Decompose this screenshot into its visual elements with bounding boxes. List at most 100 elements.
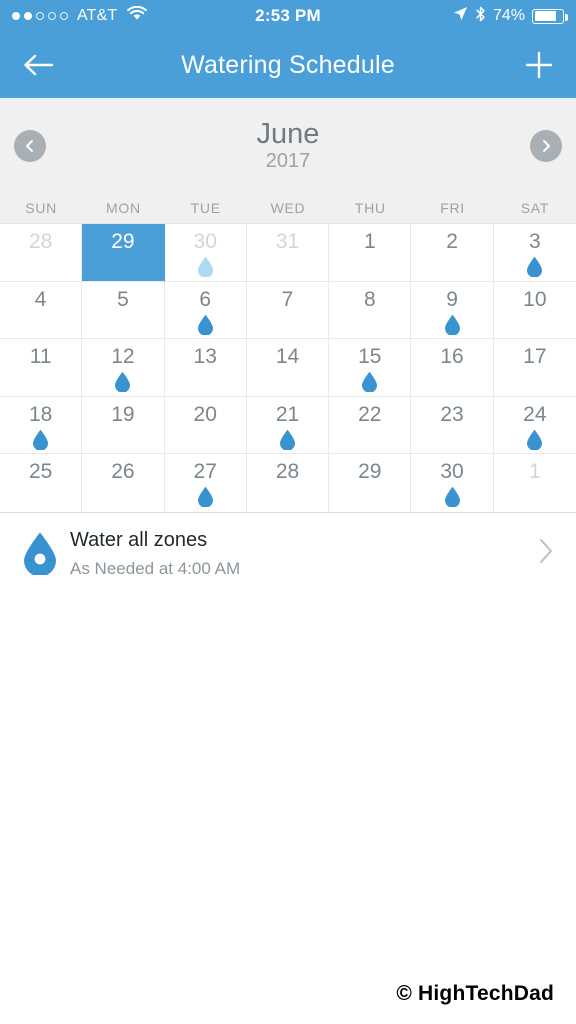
calendar-day-number: 7 — [281, 287, 294, 311]
calendar-day-number: 19 — [111, 402, 135, 426]
calendar-day-cell[interactable]: 14 — [246, 339, 330, 397]
calendar-day-number: 29 — [358, 460, 382, 483]
add-schedule-button[interactable] — [524, 50, 554, 80]
calendar-day-cell[interactable]: 8 — [329, 281, 412, 339]
calendar-day-cell[interactable]: 20 — [164, 396, 247, 454]
calendar-day-cell[interactable]: 16 — [411, 339, 494, 397]
month-header: June 2017 — [0, 98, 576, 193]
wifi-icon — [126, 5, 147, 26]
water-droplet-icon — [197, 256, 213, 277]
calendar-day-cell[interactable]: 30 — [411, 454, 494, 512]
calendar-day-cell[interactable]: 28 — [247, 454, 330, 512]
chevron-right-icon[interactable] — [538, 538, 558, 569]
water-droplet-icon — [527, 429, 543, 450]
calendar-day-number: 11 — [29, 345, 52, 368]
weekday-label-tue: TUE — [190, 200, 221, 216]
calendar-day-cell[interactable]: 18 — [0, 396, 83, 454]
bluetooth-icon — [475, 6, 486, 27]
location-arrow-icon — [453, 6, 468, 26]
status-bar-right: 74% — [453, 6, 568, 27]
calendar-week-row: 25 26 27 28 29 30 1 — [0, 454, 576, 512]
back-button[interactable] — [22, 52, 54, 78]
page-title: Watering Schedule — [181, 50, 395, 79]
battery-percent-label: 74% — [492, 7, 525, 24]
calendar-day-cell[interactable]: 29 — [329, 454, 412, 512]
calendar-day-number: 16 — [440, 345, 464, 368]
calendar-day-cell[interactable]: 17 — [493, 339, 576, 397]
schedule-item-subtitle: As Needed at 4:00 AM — [70, 558, 241, 578]
calendar-day-cell[interactable]: 6 — [164, 281, 247, 339]
calendar-day-number: 10 — [523, 287, 547, 311]
calendar-day-number: 14 — [275, 345, 300, 368]
water-droplet-icon — [33, 429, 49, 450]
schedule-list-item[interactable]: Water all zones As Needed at 4:00 AM — [0, 512, 576, 597]
calendar-day-cell[interactable]: 19 — [82, 396, 165, 454]
calendar-day-number: 25 — [28, 460, 53, 483]
calendar-day-cell[interactable]: 24 — [493, 397, 576, 454]
calendar-day-cell-selected[interactable]: 29 — [82, 224, 165, 282]
calendar-day-cell[interactable]: 4 — [0, 281, 83, 339]
status-bar-left: AT&T — [12, 5, 147, 26]
calendar-day-cell[interactable]: 25 — [0, 454, 83, 512]
calendar-day-cell[interactable]: 26 — [82, 454, 165, 512]
next-month-button[interactable] — [530, 129, 562, 162]
calendar-day-number: 21 — [275, 402, 300, 426]
calendar-day-cell[interactable]: 13 — [164, 339, 247, 397]
calendar-day-number: 4 — [34, 287, 47, 311]
calendar-day-cell[interactable]: 1 — [329, 224, 412, 282]
plus-icon — [525, 51, 553, 79]
signal-dot-filled — [12, 12, 20, 20]
copyright-symbol: © — [396, 982, 413, 1005]
calendar-day-cell[interactable]: 22 — [329, 396, 412, 454]
calendar-day-cell[interactable]: 12 — [82, 339, 165, 397]
calendar-day-number: 1 — [529, 460, 541, 483]
signal-dot-empty — [48, 12, 56, 20]
carrier-label: AT&T — [77, 7, 118, 24]
phone-screen: AT&T 2:53 PM 74% Watering Schedule June … — [0, 0, 576, 1024]
water-droplet-icon — [18, 531, 62, 576]
water-droplet-icon — [115, 371, 131, 392]
calendar-day-cell[interactable]: 23 — [411, 396, 494, 454]
calendar-day-number: 1 — [363, 230, 376, 253]
status-bar: AT&T 2:53 PM 74% — [0, 0, 576, 32]
calendar-day-cell[interactable]: 21 — [246, 396, 330, 454]
calendar-day-cell[interactable]: 7 — [246, 281, 330, 339]
calendar-day-number: 30 — [193, 230, 217, 253]
calendar-grid: 28 29 30 31 1 2 3 4 5 6 7 8 9 10 11 12 13 14 15 16 17 18 19 20 2… — [0, 223, 576, 512]
schedule-list: Water all zones As Needed at 4:00 AM — [0, 512, 576, 597]
watermark: © HighTechDad — [396, 982, 554, 1006]
weekday-label-thu: THU — [354, 200, 386, 216]
calendar-day-cell[interactable]: 9 — [411, 281, 494, 339]
calendar-day-number: 23 — [440, 402, 464, 426]
calendar-day-number: 31 — [275, 230, 300, 253]
navigation-bar: Watering Schedule — [0, 32, 576, 98]
calendar-day-number: 26 — [111, 460, 135, 483]
calendar-day-cell[interactable]: 3 — [493, 224, 576, 282]
calendar-day-number: 13 — [193, 345, 217, 368]
calendar-day-number: 5 — [117, 287, 129, 311]
calendar-day-cell[interactable]: 27 — [165, 454, 247, 512]
calendar-day-cell[interactable]: 31 — [246, 224, 330, 282]
calendar-day-cell[interactable]: 15 — [329, 339, 412, 397]
calendar-day-cell[interactable]: 30 — [164, 224, 247, 282]
signal-dot-filled — [24, 12, 32, 20]
calendar-day-number: 8 — [363, 287, 376, 311]
month-name-label: June — [256, 117, 320, 150]
calendar-day-cell[interactable]: 11 — [0, 339, 83, 397]
water-droplet-icon — [279, 429, 295, 450]
weekday-label-sun: SUN — [25, 200, 57, 216]
weekday-label-wed: WED — [270, 200, 306, 216]
calendar-day-number: 18 — [28, 402, 53, 426]
calendar-day-number: 28 — [28, 230, 53, 253]
calendar-day-cell[interactable]: 5 — [82, 281, 165, 339]
calendar-day-cell[interactable]: 28 — [0, 224, 83, 282]
water-droplet-icon — [362, 371, 378, 392]
calendar-day-number: 17 — [523, 345, 547, 368]
calendar-day-cell[interactable]: 1 — [494, 454, 576, 512]
calendar-day-number: 2 — [446, 230, 458, 253]
previous-month-button[interactable] — [14, 129, 46, 162]
calendar-day-cell[interactable]: 2 — [411, 224, 494, 282]
calendar-day-number: 15 — [358, 345, 382, 368]
weekday-header-row: SUN MON TUE WED THU FRI SAT — [0, 193, 576, 223]
calendar-day-cell[interactable]: 10 — [493, 282, 576, 339]
